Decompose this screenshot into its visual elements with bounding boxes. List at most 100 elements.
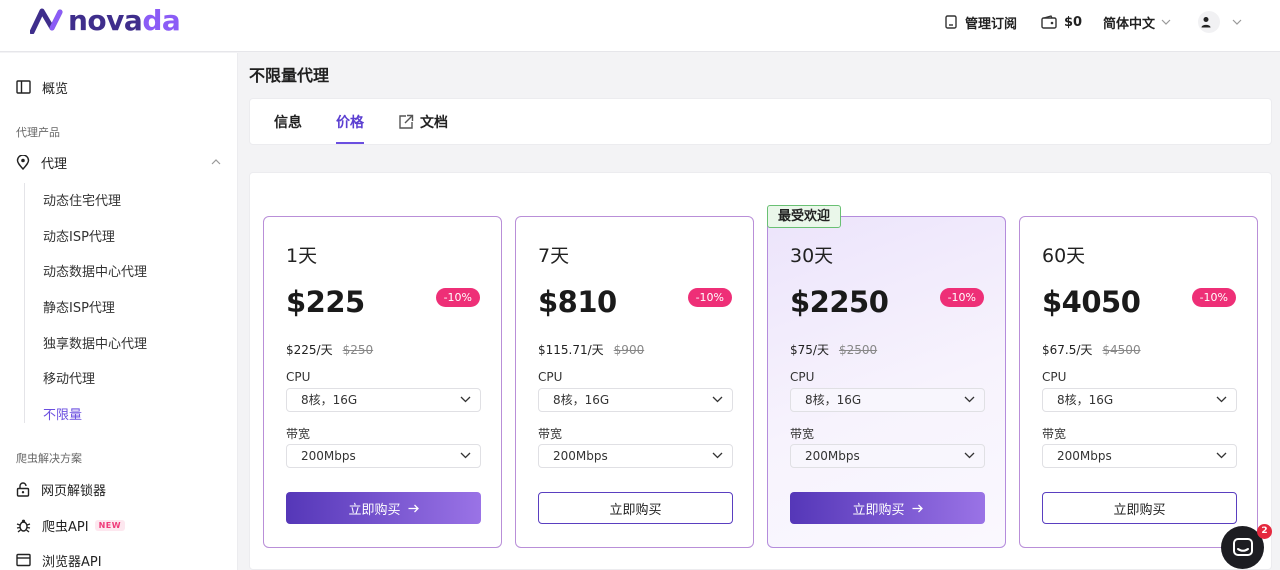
chevron-down-icon <box>712 396 723 403</box>
chevron-down-icon <box>964 396 975 403</box>
buy-now-button[interactable]: 立即购买 <box>1042 492 1237 524</box>
price-per-day: $75/天 $2500 <box>790 343 878 357</box>
user-icon <box>1201 17 1210 28</box>
manage-subscription-button[interactable]: 管理订阅 <box>944 12 1017 32</box>
document-icon <box>945 15 957 29</box>
plan-duration: 7天 <box>538 245 570 267</box>
price-per-day: $225/天 $250 <box>286 343 374 357</box>
original-price: $250 <box>342 343 374 357</box>
tab-info[interactable]: 信息 <box>274 112 302 132</box>
bandwidth-select[interactable]: 200Mbps <box>538 444 733 468</box>
page-title: 不限量代理 <box>249 66 330 85</box>
plan-duration: 60天 <box>1042 245 1086 267</box>
chat-icon <box>1232 537 1253 556</box>
sidebar-item-unlimited[interactable]: 不限量 <box>43 404 82 423</box>
sidebar-item-dynamic-datacenter[interactable]: 动态数据中心代理 <box>43 261 147 280</box>
arrow-right-icon <box>912 504 923 512</box>
chevron-down-icon <box>1216 396 1227 403</box>
novada-logo[interactable]: novada <box>30 4 181 37</box>
sidebar-item-proxy[interactable]: 代理 <box>16 152 67 172</box>
discount-badge: -10% <box>435 288 480 307</box>
sidebar-item-scraper-api[interactable]: 爬虫API NEW <box>16 515 126 535</box>
location-pin-icon <box>16 154 30 170</box>
sidebar-item-mobile[interactable]: 移动代理 <box>43 368 95 387</box>
discount-badge: -10% <box>687 288 732 307</box>
price-per-day: $115.71/天 $900 <box>538 343 645 357</box>
cpu-label: CPU <box>538 370 563 384</box>
cpu-label: CPU <box>1042 370 1067 384</box>
new-badge: NEW <box>94 519 126 531</box>
bug-icon <box>16 519 31 533</box>
cpu-label: CPU <box>286 370 311 384</box>
chevron-down-icon <box>460 396 471 403</box>
sidebar-item-browser-api[interactable]: 浏览器API <box>16 550 102 570</box>
bandwidth-label: 带宽 <box>1042 427 1067 441</box>
sidebar-item-dedicated-datacenter[interactable]: 独享数据中心代理 <box>43 333 147 352</box>
novada-logo-icon <box>30 8 63 34</box>
plan-card-30-days: 30天 $2250 -10% $75/天 $2500 CPU 8核，16G 带宽 … <box>767 216 1006 548</box>
cpu-select[interactable]: 8核，16G <box>790 388 985 412</box>
bandwidth-label: 带宽 <box>538 427 563 441</box>
tab-docs[interactable]: 文档 <box>398 112 448 132</box>
plan-price: $2250 <box>790 285 889 319</box>
plan-card-60-days: 60天 $4050 -10% $67.5/天 $4500 CPU 8核，16G 带… <box>1019 216 1258 548</box>
arrow-right-icon <box>408 504 419 512</box>
bandwidth-select[interactable]: 200Mbps <box>790 444 985 468</box>
chevron-down-icon <box>460 452 471 459</box>
wallet-icon <box>1041 15 1057 29</box>
buy-now-button[interactable]: 立即购买 <box>538 492 733 524</box>
language-selector[interactable]: 简体中文 <box>1103 12 1171 32</box>
user-menu[interactable] <box>1198 11 1249 33</box>
bandwidth-label: 带宽 <box>286 427 311 441</box>
plan-price: $225 <box>286 285 365 319</box>
browser-icon <box>16 553 31 567</box>
chevron-down-icon <box>964 452 975 459</box>
bandwidth-select[interactable]: 200Mbps <box>286 444 481 468</box>
chevron-down-icon <box>1232 19 1242 25</box>
original-price: $4500 <box>1102 343 1141 357</box>
original-price: $900 <box>613 343 645 357</box>
plan-price: $4050 <box>1042 285 1141 319</box>
sidebar: 概览 代理产品 代理 动态住宅代理 动态ISP代理 动态数据中心代理 静态ISP… <box>0 53 238 570</box>
chevron-up-icon[interactable] <box>211 159 221 165</box>
external-link-icon <box>399 114 414 129</box>
section-label-scraper: 爬虫解决方案 <box>16 452 82 465</box>
sidebar-item-dynamic-isp[interactable]: 动态ISP代理 <box>43 226 115 245</box>
tab-price[interactable]: 价格 <box>336 112 364 132</box>
plan-card-7-days: 7天 $810 -10% $115.71/天 $900 CPU 8核，16G 带宽… <box>515 216 754 548</box>
unread-count-badge: 2 <box>1257 524 1272 539</box>
cpu-select[interactable]: 8核，16G <box>538 388 733 412</box>
submenu-line <box>24 183 25 423</box>
discount-badge: -10% <box>1191 288 1236 307</box>
sidebar-item-overview[interactable]: 概览 <box>16 77 68 97</box>
sidebar-item-residential[interactable]: 动态住宅代理 <box>43 190 121 209</box>
section-label-proxy: 代理产品 <box>16 126 60 139</box>
chevron-down-icon <box>712 452 723 459</box>
plan-duration: 1天 <box>286 245 318 267</box>
chevron-down-icon <box>1161 19 1171 25</box>
cpu-select[interactable]: 8核，16G <box>286 388 481 412</box>
tab-bar: 信息 价格 文档 <box>249 98 1272 145</box>
cpu-select[interactable]: 8核，16G <box>1042 388 1237 412</box>
most-popular-badge: 最受欢迎 <box>767 205 842 228</box>
plan-price: $810 <box>538 285 617 319</box>
top-header: novada 管理订阅 $0 简体中文 <box>0 0 1280 52</box>
original-price: $2500 <box>838 343 878 357</box>
active-tab-indicator <box>336 142 364 144</box>
sidebar-item-web-unlocker[interactable]: 网页解锁器 <box>16 479 106 499</box>
bandwidth-select[interactable]: 200Mbps <box>1042 444 1237 468</box>
wallet-balance-button[interactable]: $0 <box>1041 12 1082 32</box>
bandwidth-label: 带宽 <box>790 427 815 441</box>
buy-now-button[interactable]: 立即购买 <box>286 492 481 524</box>
chevron-down-icon <box>1216 452 1227 459</box>
brand-name: novada <box>68 4 181 37</box>
plan-duration: 30天 <box>790 245 834 267</box>
buy-now-button[interactable]: 立即购买 <box>790 492 985 524</box>
cpu-label: CPU <box>790 370 815 384</box>
avatar <box>1198 11 1220 33</box>
discount-badge: -10% <box>939 288 984 307</box>
plan-card-1-day: 1天 $225 -10% $225/天 $250 CPU 8核，16G 带宽 20… <box>263 216 502 548</box>
sidebar-item-static-isp[interactable]: 静态ISP代理 <box>43 297 115 316</box>
panel-icon <box>16 80 31 94</box>
price-per-day: $67.5/天 $4500 <box>1042 343 1141 357</box>
